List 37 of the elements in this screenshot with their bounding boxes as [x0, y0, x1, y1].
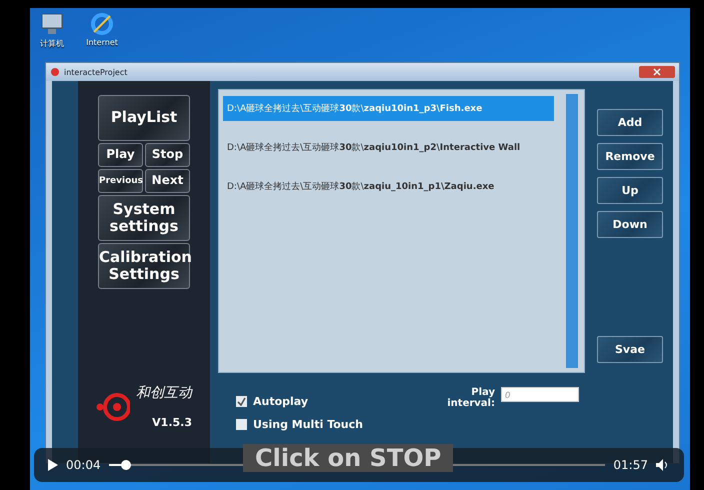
- playlist-item[interactable]: D:\A砸球全拷过去\互动砸球30款\zaqiu_10in1_p1\Zaqiu.exe: [223, 174, 554, 199]
- browser-icon[interactable]: [90, 12, 114, 36]
- interval-field[interactable]: 0: [500, 387, 579, 402]
- action-button[interactable]: Remove: [597, 143, 663, 170]
- logo-icon: [96, 392, 130, 420]
- computer-icon[interactable]: [40, 12, 64, 36]
- checkbox[interactable]: [236, 419, 247, 430]
- sidebar-button[interactable]: Next: [145, 169, 190, 193]
- icon-label: Internet: [86, 38, 118, 47]
- sidebar-button[interactable]: Previous: [98, 169, 143, 193]
- close-button[interactable]: [639, 66, 675, 78]
- save-button[interactable]: Svae: [597, 336, 663, 363]
- volume-icon[interactable]: [656, 459, 670, 471]
- sidebar-button[interactable]: PlayList: [98, 95, 190, 141]
- version-label: V1.5.3: [152, 416, 192, 429]
- sidebar-button[interactable]: System settings: [98, 195, 190, 241]
- close-icon: [653, 68, 661, 76]
- checkbox-label: Autoplay: [253, 395, 308, 408]
- checkbox-label: Using Multi Touch: [253, 418, 363, 431]
- app-icon: [50, 68, 60, 76]
- total-time: 01:57: [613, 458, 648, 472]
- sidebar-button[interactable]: Play: [98, 143, 143, 167]
- checkbox[interactable]: [236, 396, 247, 407]
- window-title: interacteProject: [64, 68, 128, 76]
- brand-name: 和创互动: [136, 384, 192, 402]
- sidebar-button[interactable]: Calibration Settings: [98, 243, 190, 289]
- play-icon[interactable]: [48, 459, 58, 471]
- video-caption: Click on STOP: [243, 444, 454, 472]
- interval-label: Play interval:: [446, 387, 495, 409]
- action-button[interactable]: Down: [597, 211, 663, 238]
- action-button[interactable]: Add: [597, 109, 663, 136]
- icon-label: 计算机: [40, 38, 64, 49]
- seek-thumb[interactable]: [120, 460, 131, 470]
- playlist-item[interactable]: D:\A砸球全拷过去\互动砸球30款\zaqiu10in1_p2\Interactive Wall: [223, 135, 554, 160]
- action-button[interactable]: Up: [597, 177, 663, 204]
- sidebar-button[interactable]: Stop: [145, 143, 190, 167]
- elapsed-time: 00:04: [66, 458, 101, 472]
